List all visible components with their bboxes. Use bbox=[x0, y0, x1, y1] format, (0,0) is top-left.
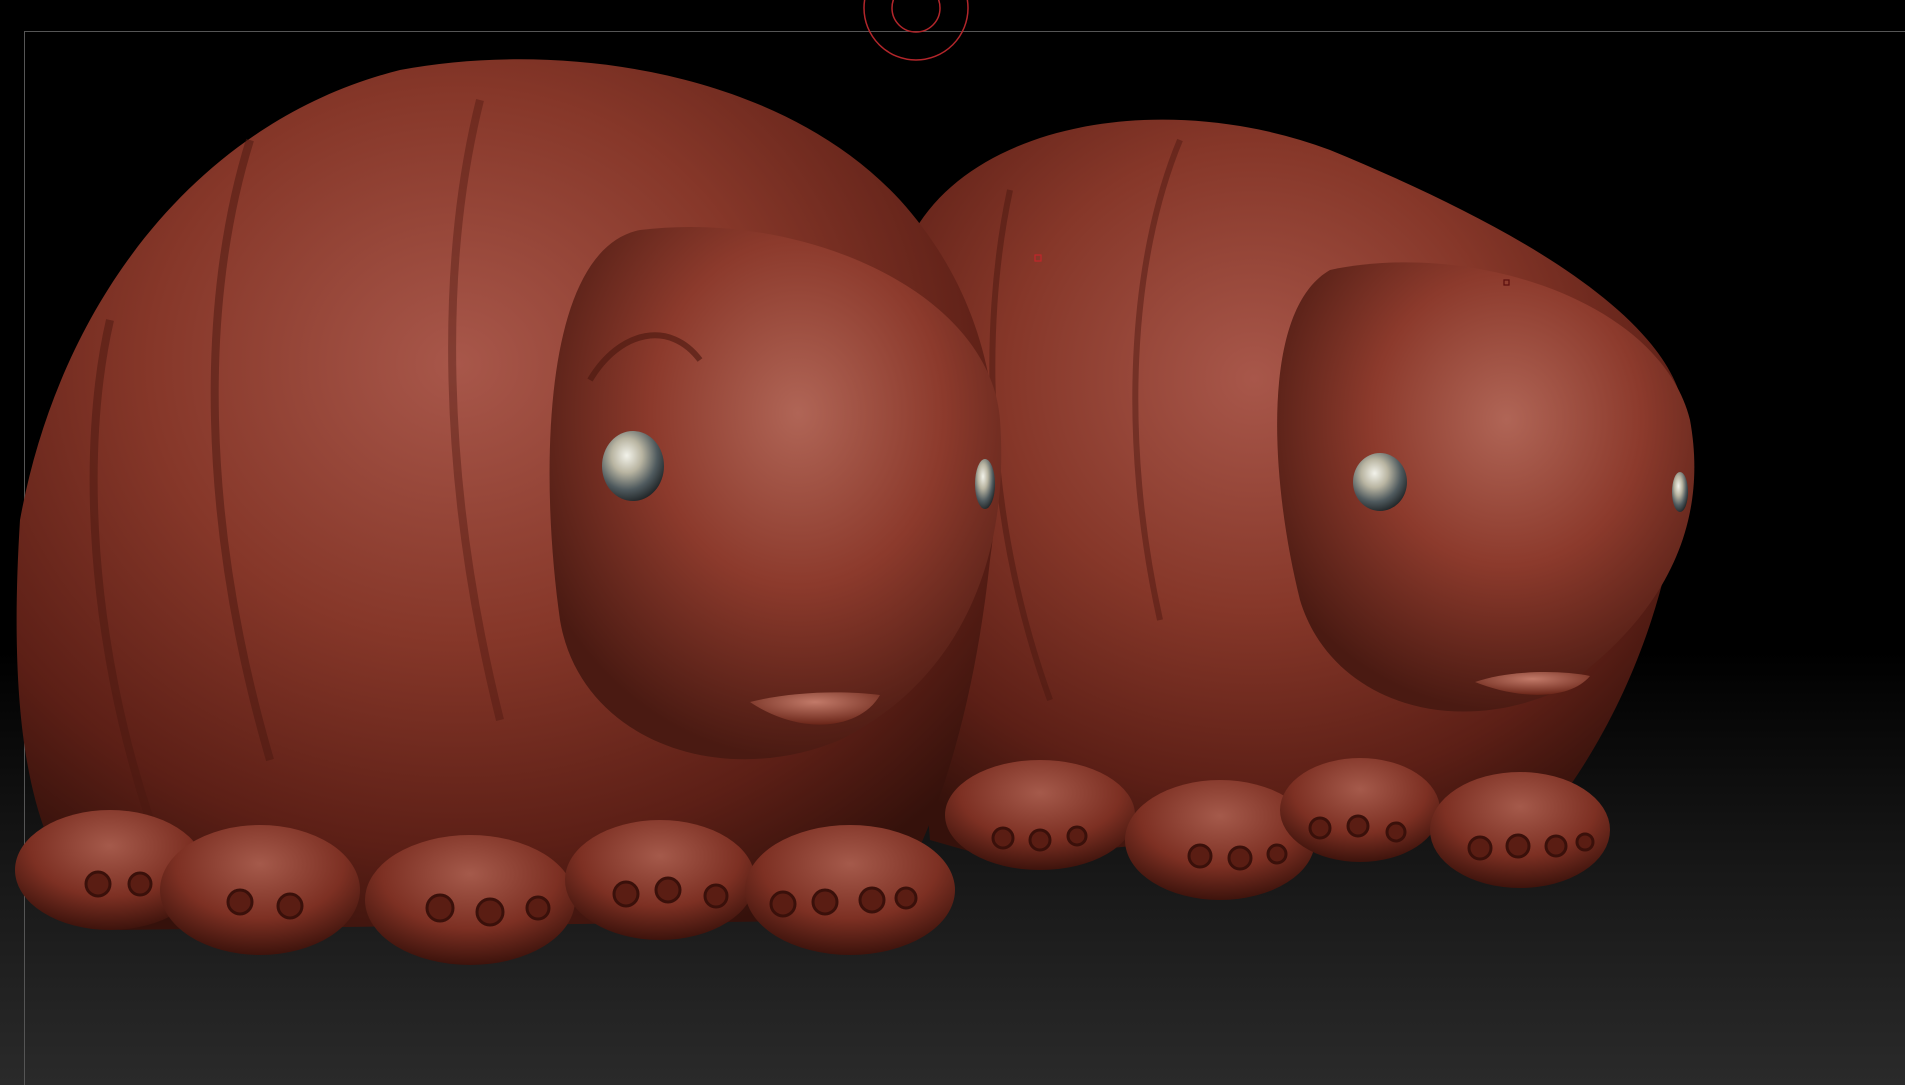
canvas-viewport[interactable] bbox=[0, 0, 1905, 1085]
eye-icon bbox=[1353, 453, 1407, 511]
brush-cursor-icon[interactable] bbox=[863, 0, 969, 61]
tardigrade-model-left[interactable] bbox=[15, 59, 1002, 965]
eye-icon bbox=[602, 431, 664, 501]
tardigrade-model-right[interactable] bbox=[901, 119, 1695, 900]
3d-scene[interactable] bbox=[0, 0, 1905, 1085]
